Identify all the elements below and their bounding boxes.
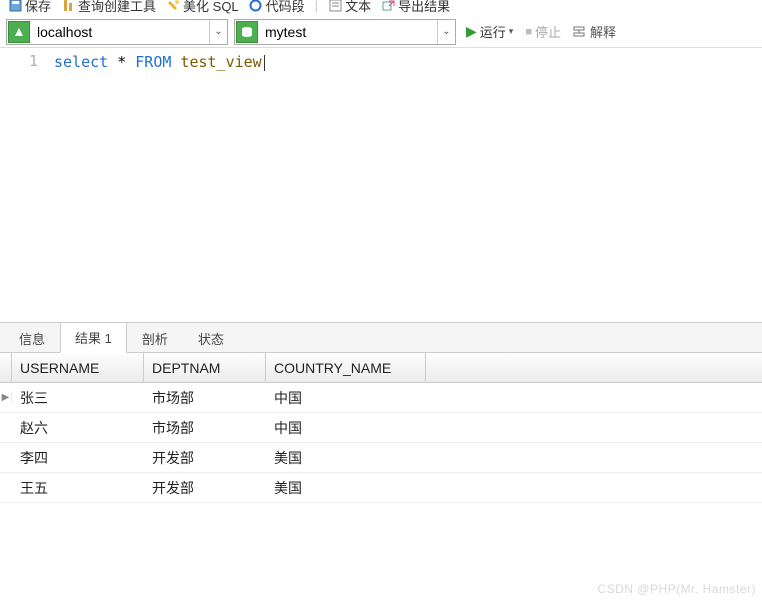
connection-bar: localhost ⌄ mytest ⌄ ▶ 运行 ▾ ■ 停止 解释	[0, 16, 762, 48]
code-line: select * FROM test_view	[54, 52, 762, 72]
explain-button[interactable]: 解释	[569, 20, 620, 43]
row-header-corner	[0, 353, 12, 382]
editor-gutter: 1	[0, 48, 48, 322]
cell-deptnam[interactable]: 开发部	[144, 444, 266, 472]
code-snippet-button[interactable]: 代码段	[249, 0, 305, 15]
keyword: select	[54, 53, 108, 71]
tab-info[interactable]: 信息	[4, 323, 60, 353]
database-icon	[236, 21, 258, 43]
text-button[interactable]: 文本	[328, 0, 371, 15]
cell-deptnam[interactable]: 开发部	[144, 474, 266, 502]
export-icon	[381, 0, 395, 12]
table-row[interactable]: ▶ 张三 市场部 中国	[0, 383, 762, 413]
cell-username[interactable]: 王五	[12, 474, 144, 502]
column-header-country[interactable]: COUNTRY_NAME	[266, 353, 426, 382]
cell-username[interactable]: 李四	[12, 444, 144, 472]
cell-deptnam[interactable]: 市场部	[144, 384, 266, 412]
table-row[interactable]: 王五 开发部 美国	[0, 473, 762, 503]
export-results-label: 导出结果	[398, 0, 450, 15]
query-builder-icon	[61, 0, 75, 12]
separator: |	[315, 0, 318, 13]
line-number: 1	[0, 52, 38, 70]
watermark: CSDN @PHP(Mr. Hamster)	[597, 582, 756, 596]
chevron-down-icon: ⌄	[437, 20, 455, 44]
schema-value: mytest	[259, 24, 437, 40]
cell-country[interactable]: 中国	[266, 384, 426, 412]
export-results-button[interactable]: 导出结果	[381, 0, 450, 15]
tab-result-1[interactable]: 结果 1	[60, 322, 127, 353]
tab-status[interactable]: 状态	[183, 323, 239, 353]
table-name: test_view	[171, 53, 261, 71]
cell-country[interactable]: 美国	[266, 444, 426, 472]
code-area[interactable]: select * FROM test_view	[48, 48, 762, 322]
cell-country[interactable]: 中国	[266, 414, 426, 442]
host-value: localhost	[31, 24, 209, 40]
stop-button: ■ 停止	[521, 20, 565, 43]
cursor-icon	[264, 55, 265, 71]
results-section: 信息 结果 1 剖析 状态 USERNAME DEPTNAM COUNTRY_N…	[0, 323, 762, 503]
stop-label: 停止	[535, 22, 561, 41]
table-row[interactable]: 李四 开发部 美国	[0, 443, 762, 473]
cell-username[interactable]: 赵六	[12, 414, 144, 442]
connection-icon	[8, 21, 30, 43]
cell-deptnam[interactable]: 市场部	[144, 414, 266, 442]
save-icon	[8, 0, 22, 12]
explain-icon	[573, 25, 587, 39]
schema-dropdown[interactable]: mytest ⌄	[234, 19, 456, 45]
top-toolbar: 保存 查询创建工具 美化 SQL 代码段 | 文本 导出结果	[0, 0, 762, 16]
result-tabs: 信息 结果 1 剖析 状态	[0, 323, 762, 353]
table-row[interactable]: 赵六 市场部 中国	[0, 413, 762, 443]
chevron-down-icon: ⌄	[209, 20, 227, 44]
stop-icon: ■	[525, 26, 532, 38]
cell-country[interactable]: 美国	[266, 474, 426, 502]
run-button[interactable]: ▶ 运行 ▾	[462, 20, 517, 43]
cell-username[interactable]: 张三	[12, 384, 144, 412]
result-grid: USERNAME DEPTNAM COUNTRY_NAME ▶ 张三 市场部 中…	[0, 353, 762, 503]
sql-text: *	[108, 53, 135, 71]
keyword: FROM	[135, 53, 171, 71]
sql-editor[interactable]: 1 select * FROM test_view	[0, 48, 762, 323]
query-builder-label: 查询创建工具	[78, 0, 156, 15]
run-label: 运行	[480, 22, 506, 41]
dropdown-chevron-icon: ▾	[509, 26, 514, 37]
play-icon: ▶	[466, 23, 477, 40]
host-dropdown[interactable]: localhost ⌄	[6, 19, 228, 45]
tab-profile[interactable]: 剖析	[127, 323, 183, 353]
code-snippet-label: 代码段	[266, 0, 305, 15]
row-indicator-icon: ▶	[0, 392, 12, 403]
grid-body: ▶ 张三 市场部 中国 赵六 市场部 中国 李四 开发部 美国 王五 开发部	[0, 383, 762, 503]
beautify-sql-icon	[166, 0, 180, 12]
save-label: 保存	[25, 0, 51, 15]
explain-label: 解释	[590, 22, 616, 41]
action-buttons: ▶ 运行 ▾ ■ 停止 解释	[462, 20, 620, 43]
grid-header: USERNAME DEPTNAM COUNTRY_NAME	[0, 353, 762, 383]
code-snippet-icon	[249, 0, 263, 12]
column-header-username[interactable]: USERNAME	[12, 353, 144, 382]
query-builder-button[interactable]: 查询创建工具	[61, 0, 156, 15]
beautify-sql-button[interactable]: 美化 SQL	[166, 0, 239, 15]
text-icon	[328, 0, 342, 12]
column-header-deptnam[interactable]: DEPTNAM	[144, 353, 266, 382]
beautify-sql-label: 美化 SQL	[183, 0, 239, 15]
save-button[interactable]: 保存	[8, 0, 51, 15]
text-label: 文本	[345, 0, 371, 15]
